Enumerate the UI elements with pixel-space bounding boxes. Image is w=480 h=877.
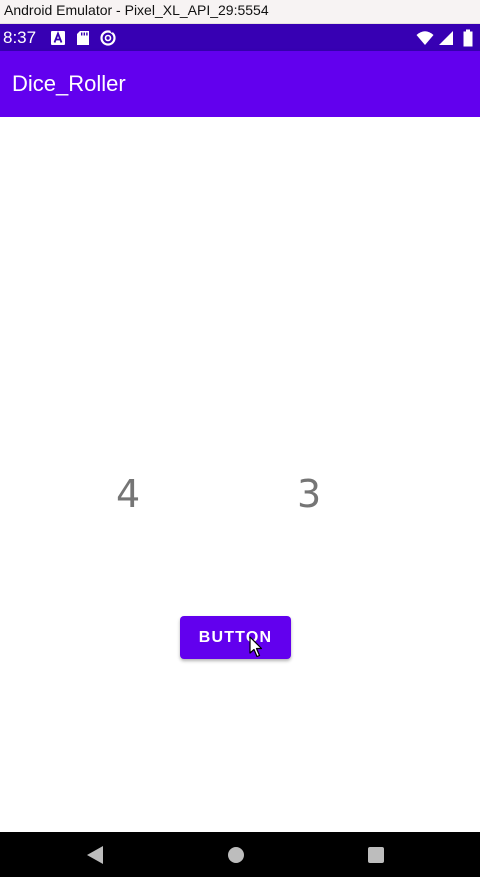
back-icon[interactable] bbox=[84, 844, 106, 866]
main-content: 4 3 BUTTON bbox=[0, 117, 480, 832]
a-notification-icon bbox=[51, 31, 65, 45]
app-title: Dice_Roller bbox=[12, 71, 126, 96]
emulator-window-title: Android Emulator - Pixel_XL_API_29:5554 bbox=[4, 2, 269, 18]
home-icon[interactable] bbox=[225, 844, 247, 866]
battery-icon bbox=[463, 29, 473, 47]
wifi-icon bbox=[416, 31, 434, 45]
roll-button[interactable]: BUTTON bbox=[180, 616, 291, 659]
mouse-pointer-icon bbox=[249, 636, 263, 658]
emulator-title-bar: Android Emulator - Pixel_XL_API_29:5554 bbox=[0, 0, 480, 24]
sd-card-icon bbox=[77, 31, 89, 45]
status-bar: 8:37 bbox=[0, 24, 480, 51]
navigation-bar bbox=[0, 832, 480, 877]
app-bar: Dice_Roller bbox=[0, 51, 480, 117]
cellular-signal-icon bbox=[439, 31, 453, 45]
recents-icon[interactable] bbox=[365, 844, 387, 866]
emulator-screen: Android Emulator - Pixel_XL_API_29:5554 … bbox=[0, 0, 480, 877]
die-two-value: 3 bbox=[297, 472, 322, 516]
data-saver-icon bbox=[100, 29, 116, 46]
die-one-value: 4 bbox=[116, 472, 141, 516]
status-time: 8:37 bbox=[3, 28, 37, 47]
